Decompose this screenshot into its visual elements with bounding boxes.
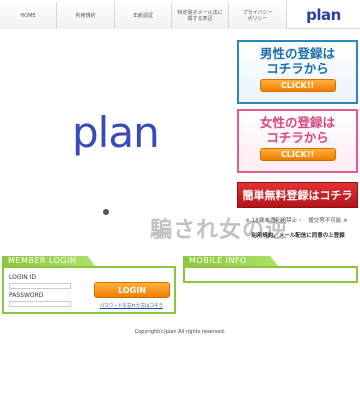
top-nav: HOME 利用規約 年齢認証 特定電子メール法に 関する表記 プライバシー ポリ… [0,2,360,29]
nav-privacy-policy[interactable]: プライバシー ポリシー [229,2,287,29]
terms-agreement-note: 利用規約、メール配信に同意の上登録 [251,233,345,239]
nav-age-verification[interactable]: 年齢認証 [115,2,172,29]
nav-logo[interactable]: plan [287,2,360,28]
login-button[interactable]: LOGIN [94,282,170,298]
female-click-button[interactable]: CLICK!! [259,148,336,161]
password-field[interactable] [9,301,71,307]
nav-email-law[interactable]: 特定電子メール法に 関する表記 [172,2,229,29]
mobile-info-heading: MOBILE INFO [183,256,278,266]
age-restriction-note: ※ 18歳未満利用禁止・ 援交等不可能 ※ [245,218,348,224]
password-label: PASSWORD [9,292,44,299]
male-register-banner[interactable]: 男性の登録は コチラから CLICK!! [237,40,358,104]
forgot-password-link[interactable]: パスワードを忘れた方はコチラ [100,303,163,309]
copyright: Copyright(c)plan All rights reserved. [134,329,226,335]
login-id-label: LOGIN ID [9,274,37,281]
male-click-button[interactable]: CLICK!! [259,79,336,92]
login-id-field[interactable] [9,283,71,289]
nav-terms[interactable]: 利用規約 [57,2,115,29]
female-banner-title: 女性の登録は コチラから [259,115,335,145]
member-login-heading: MEMBER LOGIN [2,256,95,266]
nav-home[interactable]: HOME [0,2,57,29]
free-register-button[interactable]: 簡単無料登録はコチラ [237,182,358,208]
female-register-banner[interactable]: 女性の登録は コチラから CLICK!! [237,109,358,173]
member-login-panel: LOGIN ID PASSWORD LOGIN パスワードを忘れた方はコチラ [2,266,176,314]
male-banner-title: 男性の登録は コチラから [259,46,335,76]
slider-indicator[interactable] [103,209,109,215]
mobile-info-panel [183,266,358,283]
hero-logo: plan [72,108,160,157]
